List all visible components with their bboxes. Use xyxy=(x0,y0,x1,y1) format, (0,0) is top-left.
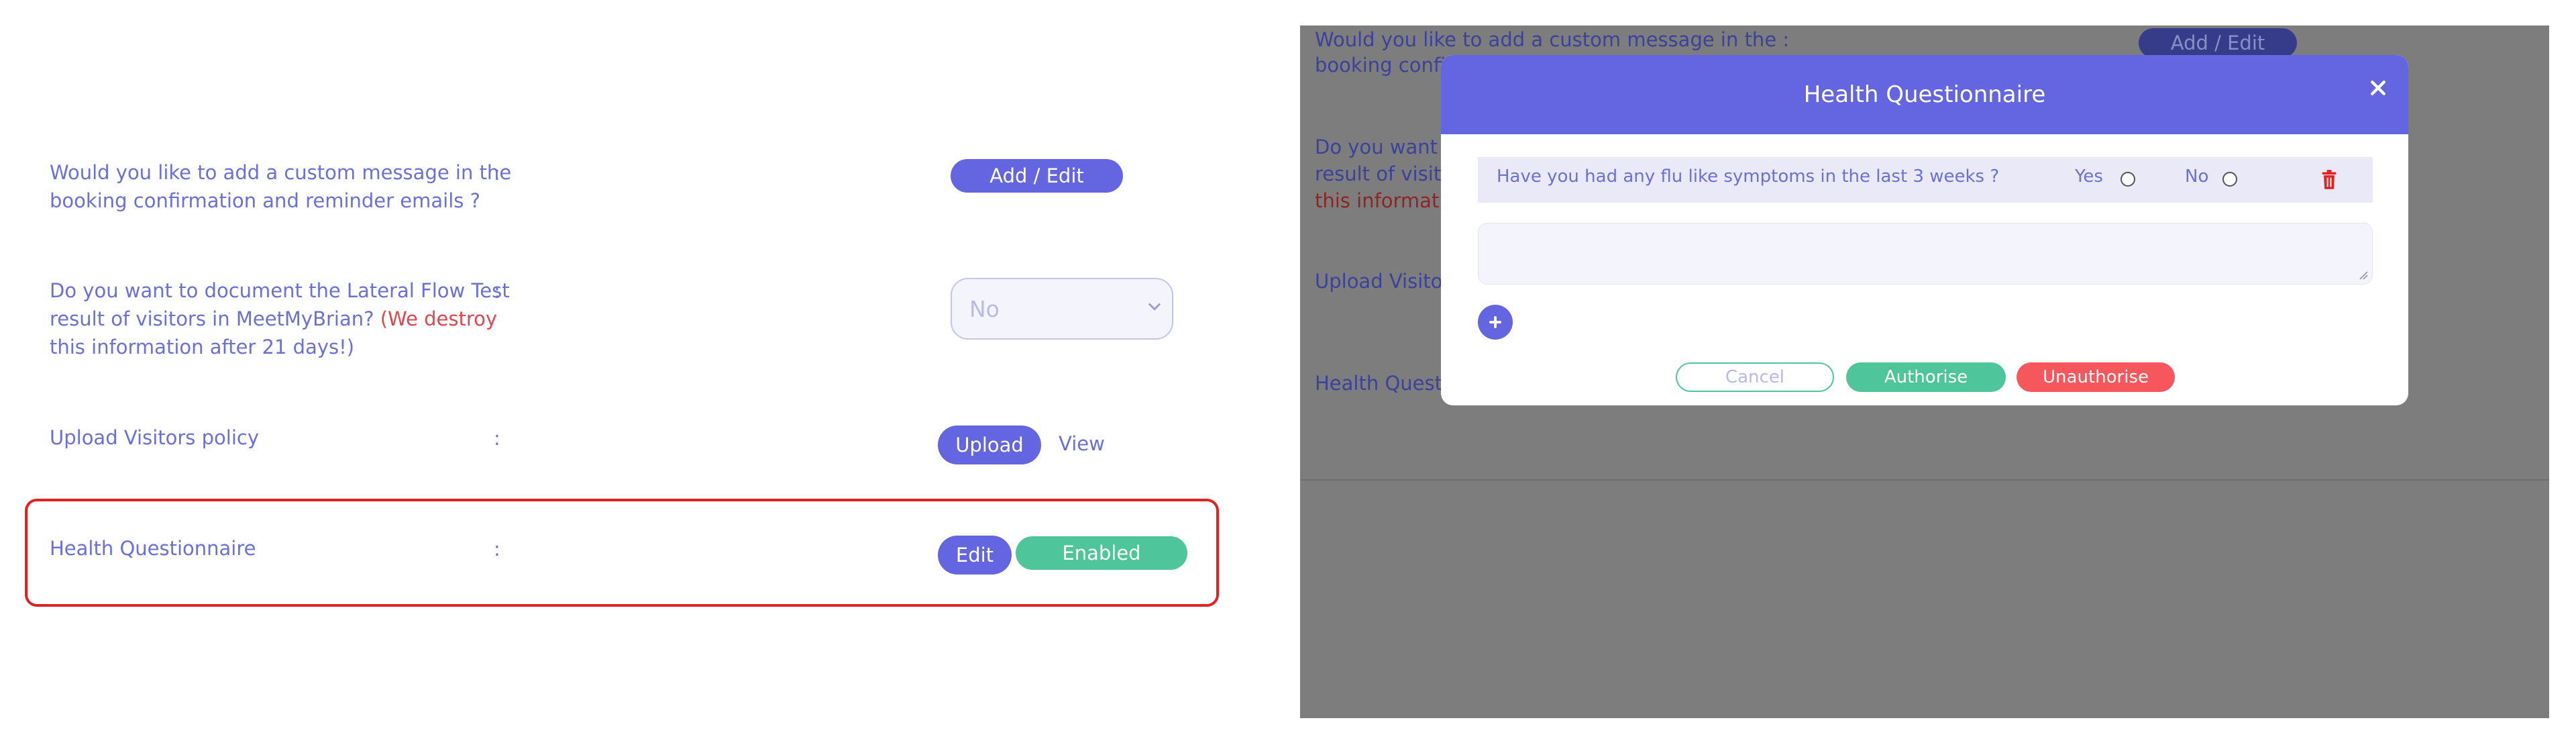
health-questionnaire-colon: : xyxy=(494,538,500,560)
lateral-flow-label-line2: result of visitors in MeetMyBrian? (We d… xyxy=(50,305,497,333)
health-questionnaire-modal: Health Questionnaire Have you had any fl… xyxy=(1441,55,2408,405)
yes-radio[interactable] xyxy=(2121,172,2135,187)
lateral-flow-colon: : xyxy=(494,280,500,303)
custom-message-label-line2: booking confirmation and reminder emails… xyxy=(50,189,480,212)
bg-custom-message-line2: booking confir xyxy=(1315,54,1454,77)
cancel-button[interactable]: Cancel xyxy=(1676,362,1834,392)
authorise-button[interactable]: Authorise xyxy=(1846,362,2006,392)
unauthorise-button[interactable]: Unauthorise xyxy=(2017,362,2175,392)
custom-message-colon: : xyxy=(494,162,500,185)
lateral-flow-select[interactable]: No xyxy=(951,278,1173,340)
upload-button[interactable]: Upload xyxy=(938,426,1041,464)
option-no-label: No xyxy=(2185,166,2209,187)
view-link[interactable]: View xyxy=(1059,432,1105,455)
resize-grip-icon[interactable] xyxy=(2357,269,2368,280)
question-textarea[interactable] xyxy=(1478,223,2373,285)
health-questionnaire-label: Health Questionnaire xyxy=(50,537,256,560)
modal-title: Health Questionnaire xyxy=(1803,81,2046,108)
lateral-flow-label-line1: Do you want to document the Lateral Flow… xyxy=(50,279,510,302)
close-icon[interactable] xyxy=(2368,78,2388,98)
lateral-flow-warning-line2: this information after 21 days!) xyxy=(50,336,355,358)
bg-add-edit-button: Add / Edit xyxy=(2139,28,2297,58)
question-row: Have you had any flu like symptoms in th… xyxy=(1478,157,2373,203)
bg-health-label: Health Questio xyxy=(1315,372,1460,395)
modal-overlay: Would you like to add a custom message i… xyxy=(1300,26,2549,718)
bg-custom-message-line1: Would you like to add a custom message i… xyxy=(1315,28,1790,51)
visitors-policy-colon: : xyxy=(494,427,500,450)
visitors-policy-label: Upload Visitors policy xyxy=(50,426,259,449)
lateral-flow-select-value: No xyxy=(969,295,1000,322)
bg-lateral-line2: result of visitor xyxy=(1315,162,1461,185)
no-radio[interactable] xyxy=(2222,172,2237,187)
edit-button[interactable]: Edit xyxy=(938,536,1012,575)
add-question-button[interactable] xyxy=(1478,305,1513,340)
chevron-down-icon xyxy=(1148,303,1161,311)
lateral-flow-label-text: result of visitors in MeetMyBrian? xyxy=(50,307,374,330)
bg-upload-label: Upload Visitors xyxy=(1315,270,1461,293)
settings-panel: Would you like to add a custom message i… xyxy=(0,0,1275,745)
bg-divider xyxy=(1300,479,2549,481)
option-yes-label: Yes xyxy=(2075,166,2103,187)
trash-icon[interactable] xyxy=(2320,169,2339,191)
bg-lateral-line3: this informatio xyxy=(1315,189,1457,212)
question-text: Have you had any flu like symptoms in th… xyxy=(1497,166,2000,187)
add-edit-button[interactable]: Add / Edit xyxy=(951,159,1123,193)
plus-icon xyxy=(1489,316,1501,328)
lateral-flow-warning-text: (We destroy xyxy=(380,307,498,330)
enabled-status-toggle[interactable]: Enabled xyxy=(1016,536,1187,570)
custom-message-label-line1: Would you like to add a custom message i… xyxy=(50,161,512,184)
